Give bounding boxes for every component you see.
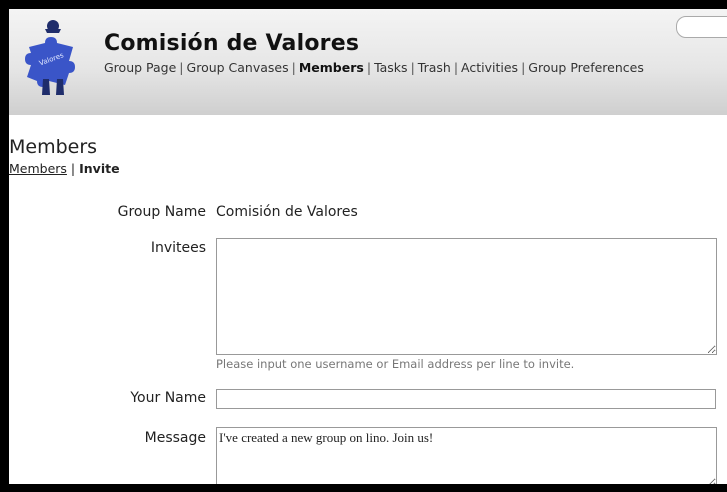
group-name-value: Comisión de Valores <box>216 204 358 220</box>
your-name-label: Your Name <box>130 390 206 406</box>
nav-activities[interactable]: Activities <box>461 60 518 75</box>
members-link[interactable]: Members <box>9 161 67 176</box>
nav-trash[interactable]: Trash <box>418 60 451 75</box>
invitees-textarea[interactable] <box>216 238 717 355</box>
message-textarea[interactable] <box>216 427 717 484</box>
invitees-label: Invitees <box>150 240 206 256</box>
nav-separator: | <box>453 60 459 75</box>
your-name-input[interactable] <box>216 389 716 409</box>
app-window: Valores Comisión de Valores Group Page | G… <box>9 9 727 484</box>
group-header: Valores Comisión de Valores Group Page | G… <box>9 9 727 115</box>
nav-separator: | <box>291 60 296 75</box>
nav-members[interactable]: Members <box>299 60 364 75</box>
invitees-hint: Please input one username or Email addre… <box>216 357 575 371</box>
nav-group-canvases[interactable]: Group Canvases <box>187 60 289 75</box>
invite-current: Invite <box>79 161 120 176</box>
nav-group-page[interactable]: Group Page <box>104 60 176 75</box>
search-input[interactable] <box>676 16 727 38</box>
group-name-label: Group Name <box>117 204 206 220</box>
nav-separator: | <box>521 60 526 75</box>
nav-separator: | <box>179 60 184 75</box>
page-title: Members <box>9 136 98 158</box>
nav-separator: | <box>366 60 372 75</box>
group-nav: Group Page | Group Canvases | Members | Tasks |… <box>104 60 644 75</box>
nav-tasks[interactable]: Tasks <box>374 60 408 75</box>
nav-separator: | <box>410 60 415 75</box>
group-title: Comisión de Valores <box>104 31 360 56</box>
sub-nav: Members | Invite <box>9 161 120 176</box>
message-label: Message <box>144 430 206 446</box>
group-logo-icon: Valores <box>25 20 75 95</box>
sub-nav-separator: | <box>70 161 76 176</box>
nav-group-preferences[interactable]: Group Preferences <box>528 60 644 75</box>
